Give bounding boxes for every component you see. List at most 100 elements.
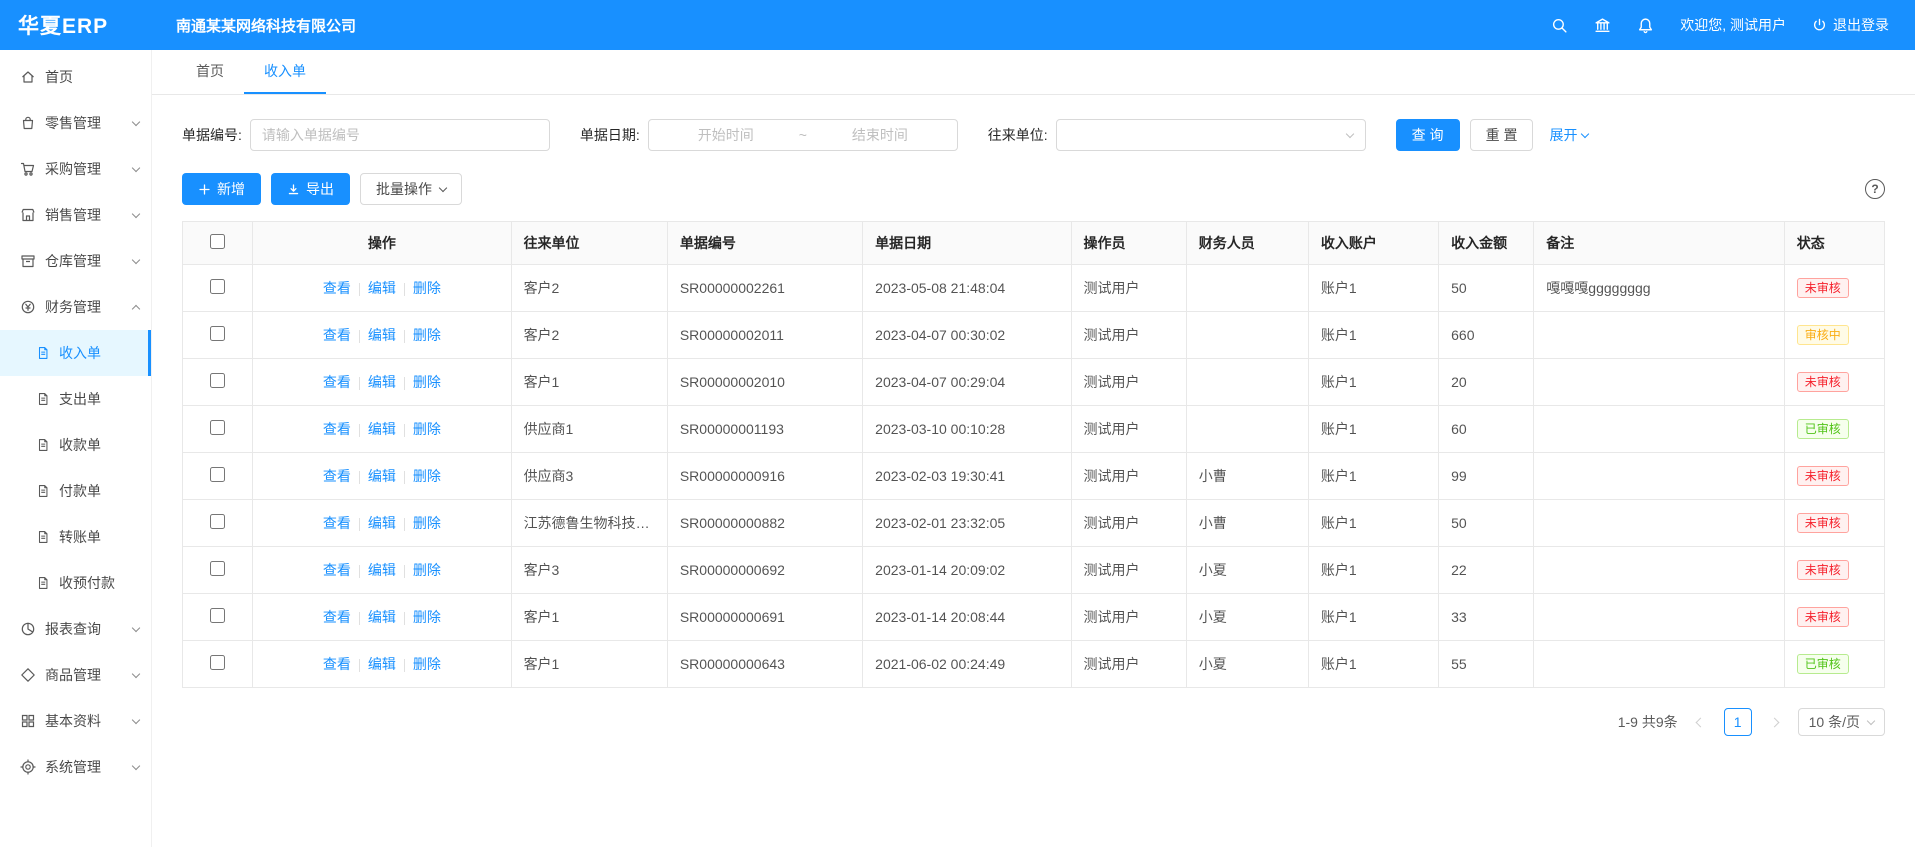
add-button[interactable]: 新增 bbox=[182, 173, 261, 205]
view-link[interactable]: 查看 bbox=[323, 562, 351, 578]
edit-link[interactable]: 编辑 bbox=[368, 280, 396, 296]
edit-link[interactable]: 编辑 bbox=[368, 609, 396, 625]
sidebar-item-receipt-order[interactable]: 收款单 bbox=[0, 422, 151, 468]
sidebar-item-expense-order[interactable]: 支出单 bbox=[0, 376, 151, 422]
actions-cell: 查看 编辑 删除 bbox=[253, 641, 511, 688]
delete-link[interactable]: 删除 bbox=[413, 468, 441, 484]
partner-select[interactable] bbox=[1056, 119, 1366, 151]
bill-date-label: 单据日期: bbox=[580, 125, 640, 145]
next-page-button[interactable] bbox=[1762, 709, 1788, 735]
view-link[interactable]: 查看 bbox=[323, 656, 351, 672]
batch-actions-label: 批量操作 bbox=[376, 179, 432, 199]
expand-link[interactable]: 展开 bbox=[1549, 125, 1588, 145]
row-checkbox[interactable] bbox=[210, 561, 225, 576]
bill-no-cell: SR00000000643 bbox=[667, 641, 862, 688]
tab-bar: 首页 收入单 bbox=[152, 50, 1915, 95]
sidebar-item-finance[interactable]: 财务管理 bbox=[0, 284, 151, 330]
operator-cell: 测试用户 bbox=[1071, 359, 1186, 406]
logout-button[interactable]: 退出登录 bbox=[1812, 15, 1889, 35]
batch-actions-button[interactable]: 批量操作 bbox=[360, 173, 462, 205]
sidebar-item-warehouse[interactable]: 仓库管理 bbox=[0, 238, 151, 284]
view-link[interactable]: 查看 bbox=[323, 280, 351, 296]
date-range-picker[interactable]: ~ bbox=[648, 119, 958, 151]
gear-icon bbox=[20, 759, 36, 775]
view-link[interactable]: 查看 bbox=[323, 421, 351, 437]
link-separator bbox=[404, 424, 405, 437]
page-size-select[interactable]: 10 条/页 bbox=[1798, 708, 1885, 736]
edit-link[interactable]: 编辑 bbox=[368, 468, 396, 484]
edit-link[interactable]: 编辑 bbox=[368, 562, 396, 578]
row-checkbox[interactable] bbox=[210, 655, 225, 670]
column-header-bill-no: 单据编号 bbox=[667, 222, 862, 265]
bill-no-input[interactable] bbox=[250, 119, 550, 151]
sidebar-item-advance-payment[interactable]: 收预付款 bbox=[0, 560, 151, 606]
view-link[interactable]: 查看 bbox=[323, 609, 351, 625]
delete-link[interactable]: 删除 bbox=[413, 656, 441, 672]
bell-icon[interactable] bbox=[1637, 17, 1654, 34]
date-cell: 2021-06-02 00:24:49 bbox=[863, 641, 1071, 688]
edit-link[interactable]: 编辑 bbox=[368, 327, 396, 343]
row-checkbox[interactable] bbox=[210, 608, 225, 623]
status-badge: 未审核 bbox=[1797, 607, 1849, 627]
sidebar-item-basic-data[interactable]: 基本资料 bbox=[0, 698, 151, 744]
sidebar-item-retail[interactable]: 零售管理 bbox=[0, 100, 151, 146]
sidebar-item-system[interactable]: 系统管理 bbox=[0, 744, 151, 790]
view-link[interactable]: 查看 bbox=[323, 468, 351, 484]
export-button[interactable]: 导出 bbox=[271, 173, 350, 205]
operator-cell: 测试用户 bbox=[1071, 453, 1186, 500]
view-link[interactable]: 查看 bbox=[323, 327, 351, 343]
delete-link[interactable]: 删除 bbox=[413, 609, 441, 625]
start-date-input[interactable] bbox=[657, 127, 795, 143]
page-number-button[interactable]: 1 bbox=[1724, 708, 1752, 736]
edit-link[interactable]: 编辑 bbox=[368, 374, 396, 390]
sidebar-item-home[interactable]: 首页 bbox=[0, 54, 151, 100]
search-icon[interactable] bbox=[1551, 17, 1568, 34]
row-checkbox[interactable] bbox=[210, 514, 225, 529]
app-header: 华夏ERP 南通某某网络科技有限公司 欢迎您, 测试用户 退出登录 bbox=[0, 0, 1915, 50]
select-all-checkbox[interactable] bbox=[210, 234, 225, 249]
income-table-body: 查看编辑删除 客户2 SR00000002261 2023-05-08 21:4… bbox=[183, 265, 1885, 688]
sidebar-item-income-order[interactable]: 收入单 bbox=[0, 330, 151, 376]
column-header-operator: 操作员 bbox=[1071, 222, 1186, 265]
account-cell: 账户1 bbox=[1308, 406, 1438, 453]
sidebar-item-purchase[interactable]: 采购管理 bbox=[0, 146, 151, 192]
edit-link[interactable]: 编辑 bbox=[368, 421, 396, 437]
delete-link[interactable]: 删除 bbox=[413, 421, 441, 437]
sidebar-item-reports[interactable]: 报表查询 bbox=[0, 606, 151, 652]
row-checkbox[interactable] bbox=[210, 326, 225, 341]
delete-link[interactable]: 删除 bbox=[413, 280, 441, 296]
prev-page-button[interactable] bbox=[1688, 709, 1714, 735]
row-checkbox[interactable] bbox=[210, 373, 225, 388]
sidebar-item-goods[interactable]: 商品管理 bbox=[0, 652, 151, 698]
chevron-down-icon bbox=[132, 209, 140, 217]
status-badge: 已审核 bbox=[1797, 419, 1849, 439]
finance-icon bbox=[20, 299, 36, 315]
remark-cell bbox=[1534, 312, 1784, 359]
column-header-account: 收入账户 bbox=[1308, 222, 1438, 265]
help-icon[interactable] bbox=[1865, 179, 1885, 199]
delete-link[interactable]: 删除 bbox=[413, 562, 441, 578]
delete-link[interactable]: 删除 bbox=[413, 374, 441, 390]
view-link[interactable]: 查看 bbox=[323, 515, 351, 531]
search-button[interactable]: 查 询 bbox=[1396, 119, 1460, 151]
delete-link[interactable]: 删除 bbox=[413, 515, 441, 531]
bank-icon[interactable] bbox=[1594, 17, 1611, 34]
status-badge: 审核中 bbox=[1797, 325, 1849, 345]
reset-button[interactable]: 重 置 bbox=[1470, 119, 1534, 151]
edit-link[interactable]: 编辑 bbox=[368, 656, 396, 672]
bill-no-cell: SR00000002010 bbox=[667, 359, 862, 406]
edit-link[interactable]: 编辑 bbox=[368, 515, 396, 531]
row-checkbox[interactable] bbox=[210, 420, 225, 435]
delete-link[interactable]: 删除 bbox=[413, 327, 441, 343]
document-icon bbox=[36, 438, 50, 452]
row-checkbox[interactable] bbox=[210, 467, 225, 482]
row-checkbox[interactable] bbox=[210, 279, 225, 294]
sidebar-item-sales[interactable]: 销售管理 bbox=[0, 192, 151, 238]
end-date-input[interactable] bbox=[811, 127, 949, 143]
tab-income-order[interactable]: 收入单 bbox=[244, 50, 326, 94]
view-link[interactable]: 查看 bbox=[323, 374, 351, 390]
account-cell: 账户1 bbox=[1308, 641, 1438, 688]
sidebar-item-payment-order[interactable]: 付款单 bbox=[0, 468, 151, 514]
tab-home[interactable]: 首页 bbox=[176, 50, 244, 94]
sidebar-item-transfer-order[interactable]: 转账单 bbox=[0, 514, 151, 560]
